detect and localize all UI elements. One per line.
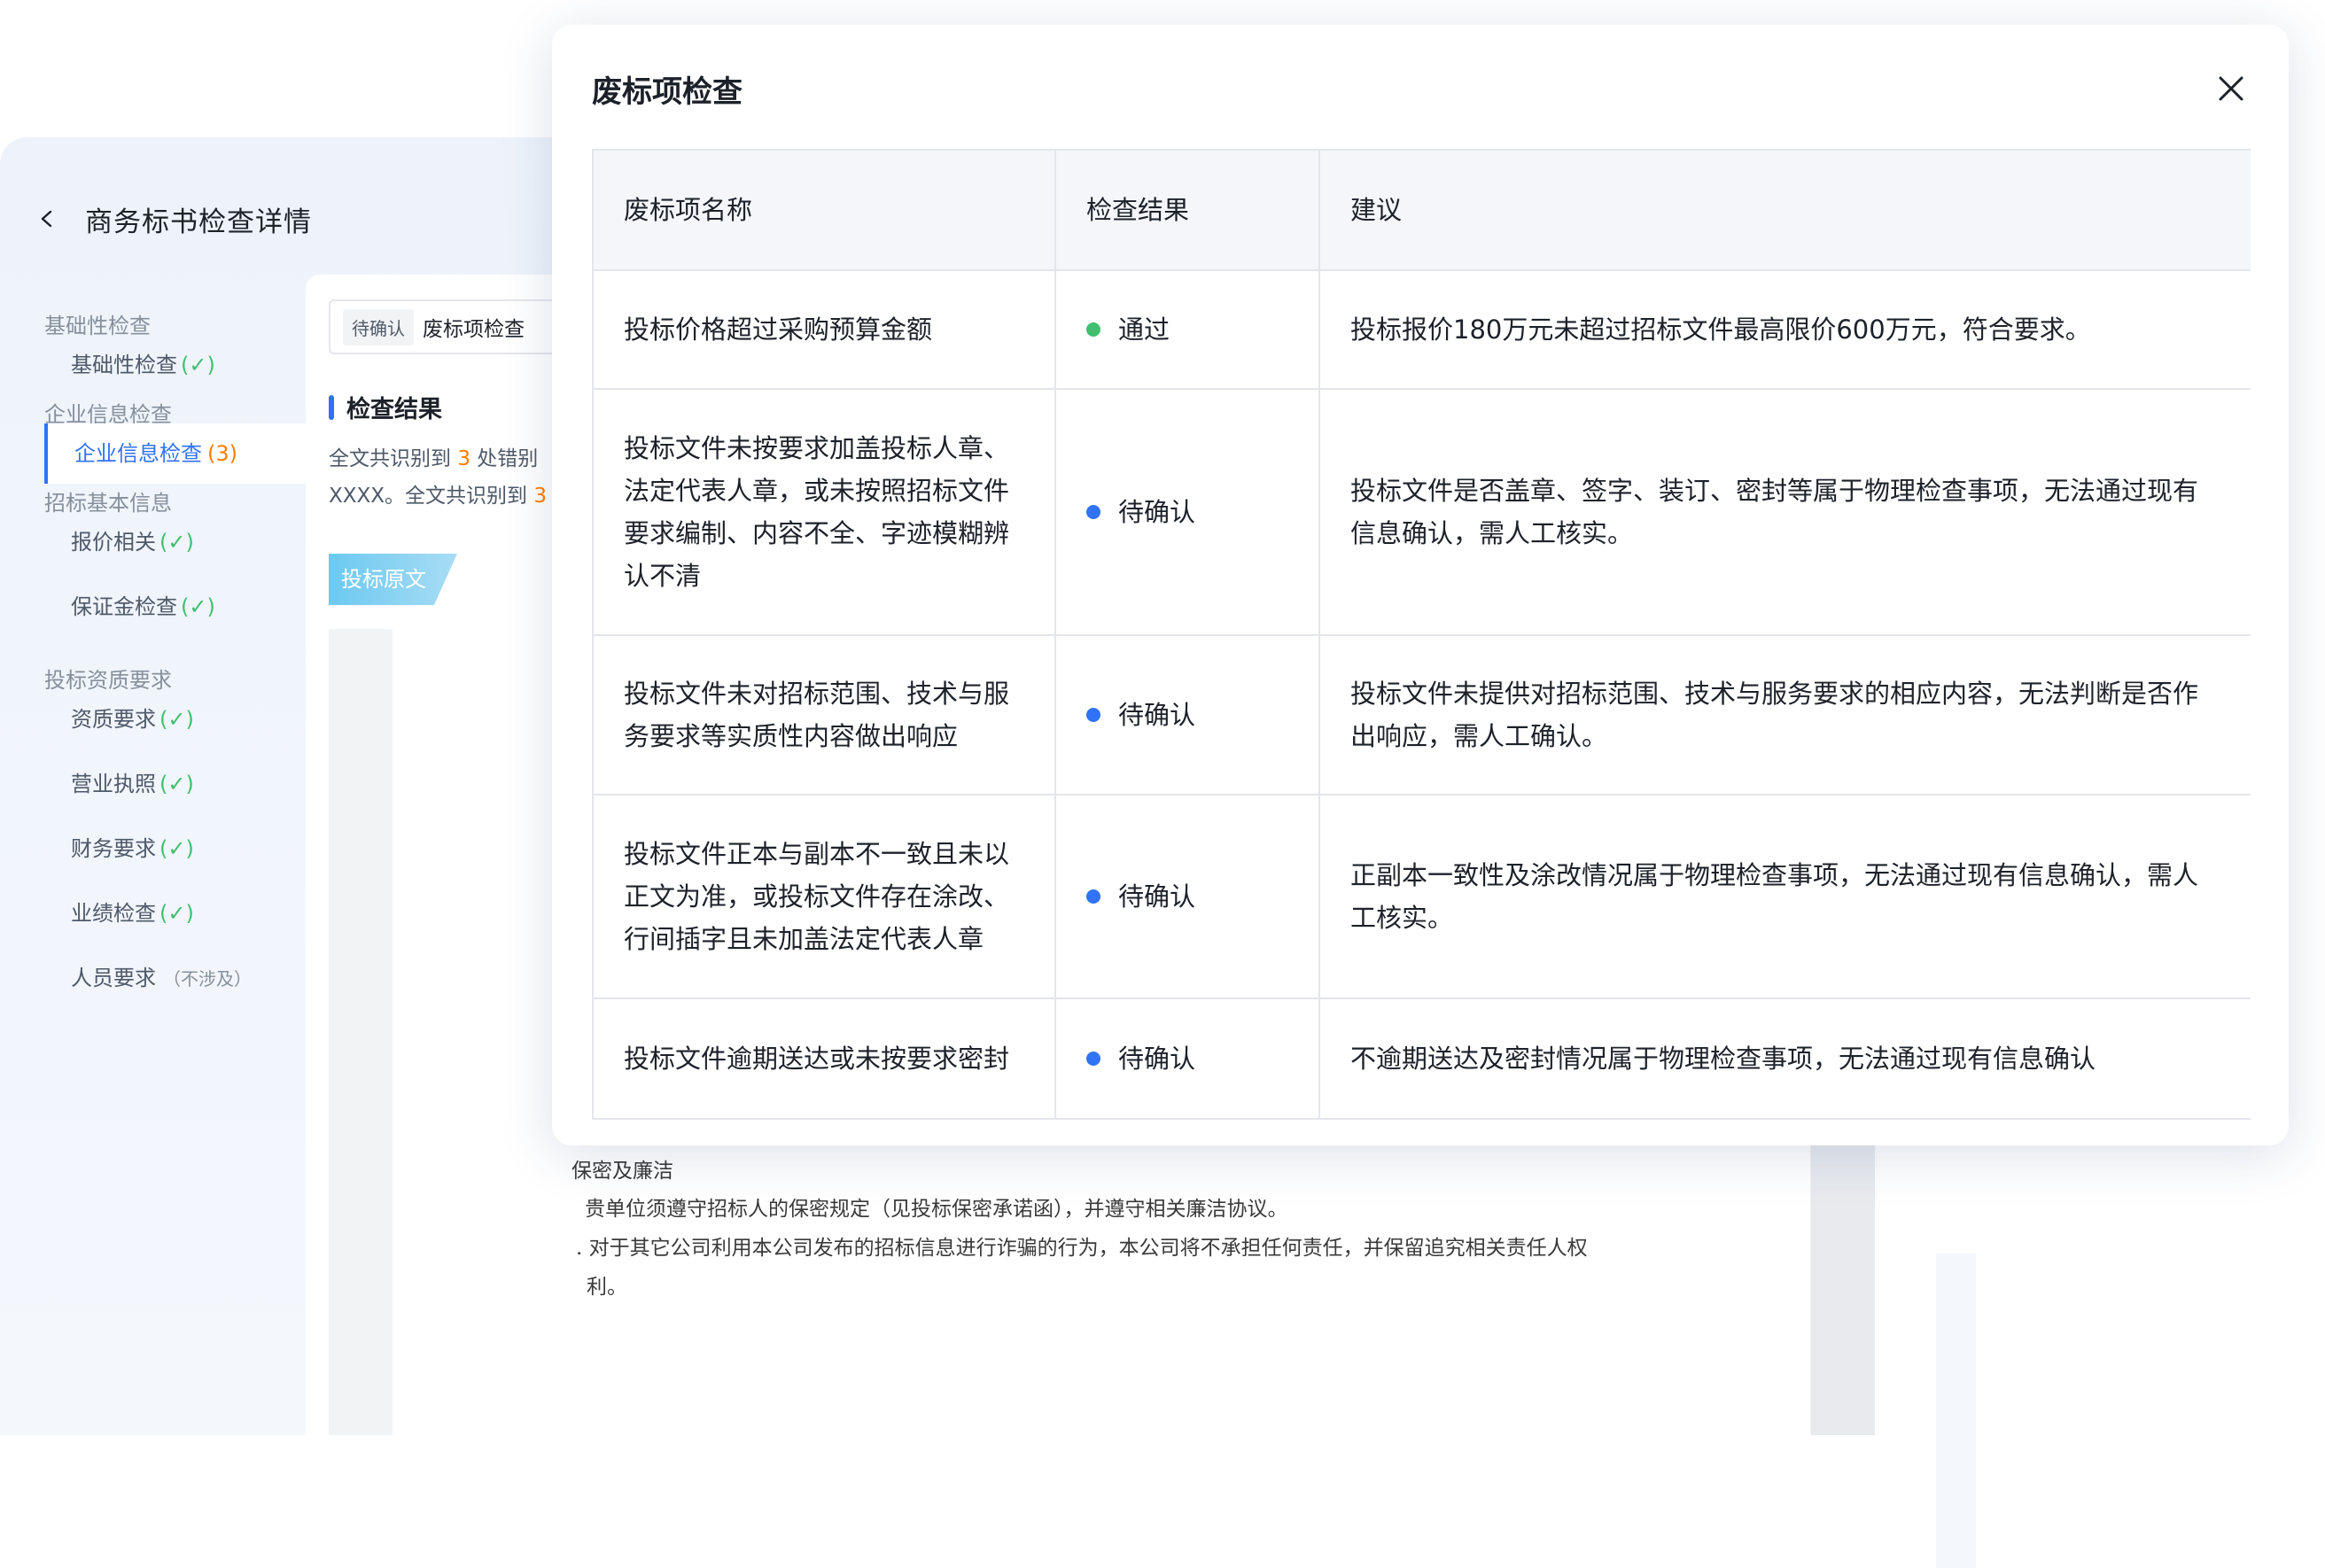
status-indicator: 待确认 bbox=[1086, 491, 1288, 533]
close-icon[interactable] bbox=[2213, 71, 2249, 106]
document-line: 利。 bbox=[587, 1276, 627, 1299]
status-indicator: 待确认 bbox=[1086, 694, 1288, 736]
sidebar-item-label: 基础性检查 bbox=[71, 353, 177, 377]
result-header: 检查结果 bbox=[329, 390, 442, 424]
status-mark: (✓) bbox=[181, 594, 215, 619]
check-table: 废标项名称 检查结果 建议 投标价格超过采购预算金额 通过 投标报价180万元未… bbox=[592, 149, 2251, 1120]
result-cell: 待确认 bbox=[1054, 997, 1320, 1120]
sidebar-item-label: 保证金检查 bbox=[71, 594, 177, 619]
status-text: 待确认 bbox=[1118, 497, 1196, 527]
side-panel-edge bbox=[1936, 1254, 1976, 1568]
column-header-advice: 建议 bbox=[1318, 149, 2251, 271]
sidebar-item-label: 报价相关 bbox=[71, 530, 156, 555]
sidebar-group-title: 投标资质要求 bbox=[44, 668, 172, 693]
result-title: 检查结果 bbox=[346, 396, 442, 423]
document-line: 贵单位须遵守招标人的保密规定（见投标保密承诺函），并遵守相关廉洁协议。 bbox=[585, 1198, 1288, 1221]
status-mark: (✓) bbox=[159, 530, 194, 555]
advice-cell: 投标文件是否盖章、签字、装订、密封等属于物理检查事项，无法通过现有信息确认，需人… bbox=[1318, 388, 2251, 636]
check-table-container[interactable]: 废标项名称 检查结果 建议 投标价格超过采购预算金额 通过 投标报价180万元未… bbox=[592, 149, 2251, 1132]
result-count: 3 bbox=[533, 485, 547, 508]
status-mark: (✓) bbox=[159, 772, 194, 796]
result-summary-line: XXXX。全文共识别到 3 bbox=[329, 478, 547, 508]
item-name-cell: 投标文件正本与副本不一致且未以正文为准，或投标文件存在涂改、行间插字且未加盖法定… bbox=[592, 794, 1056, 999]
status-mark: （不涉及） bbox=[163, 968, 252, 990]
issue-count-badge: (3) bbox=[207, 441, 237, 466]
page-header: 商务标书检查详情 bbox=[37, 192, 312, 245]
status-dot bbox=[1086, 889, 1100, 904]
result-cell: 待确认 bbox=[1054, 388, 1320, 636]
status-mark: (✓) bbox=[181, 353, 215, 377]
advice-cell: 投标报价180万元未超过招标文件最高限价600万元，符合要求。 bbox=[1318, 269, 2251, 390]
sidebar-item-basic-check[interactable]: 基础性检查 (✓) bbox=[71, 347, 215, 378]
back-arrow-icon[interactable] bbox=[37, 209, 57, 229]
status-indicator: 待确认 bbox=[1086, 1037, 1288, 1080]
tab-original-text[interactable]: 投标原文 bbox=[329, 554, 457, 605]
advice-cell: 正副本一致性及涂改情况属于物理检查事项，无法通过现有信息确认，需人工核实。 bbox=[1318, 794, 2251, 999]
status-mark: (✓) bbox=[159, 901, 194, 926]
column-header-result: 检查结果 bbox=[1054, 149, 1320, 271]
sidebar: 基础性检查 基础性检查 (✓) 企业信息检查 企业信息检查 (3) 招标基本信息 报… bbox=[0, 275, 310, 1435]
status-indicator: 待确认 bbox=[1086, 875, 1288, 918]
result-text: 全文共识别到 bbox=[329, 447, 451, 470]
advice-cell: 不逾期送达及密封情况属于物理检查事项，无法通过现有信息确认 bbox=[1318, 997, 2251, 1120]
filter-tag: 待确认 bbox=[343, 308, 414, 345]
status-text: 待确认 bbox=[1118, 881, 1196, 912]
table-row: 投标文件未对招标范围、技术与服务要求等实质性内容做出响应 待确认 投标文件未提供… bbox=[592, 634, 2251, 796]
status-mark: (✓) bbox=[159, 707, 194, 732]
sidebar-item-label: 营业执照 bbox=[71, 772, 156, 796]
result-cell: 待确认 bbox=[1054, 794, 1320, 999]
document-line: 保密及廉洁 bbox=[572, 1160, 673, 1183]
result-summary-line: 全文共识别到 3 处错别 bbox=[329, 441, 538, 471]
sidebar-item-label: 企业信息检查 bbox=[74, 441, 202, 466]
item-name-cell: 投标文件未按要求加盖投标人章、法定代表人章，或未按照招标文件要求编制、内容不全、… bbox=[592, 388, 1056, 636]
result-count: 3 bbox=[457, 447, 470, 470]
section-marker bbox=[329, 394, 334, 420]
modal-title: 废标项检查 bbox=[592, 74, 743, 110]
status-dot bbox=[1086, 505, 1100, 519]
table-row: 投标文件逾期送达或未按要求密封 待确认 不逾期送达及密封情况属于物理检查事项，无… bbox=[592, 997, 2251, 1120]
sidebar-group-title: 招标基本信息 bbox=[44, 491, 172, 516]
status-dot bbox=[1086, 1052, 1100, 1066]
sidebar-item-license[interactable]: 营业执照 (✓) bbox=[71, 766, 194, 797]
table-row: 投标价格超过采购预算金额 通过 投标报价180万元未超过招标文件最高限价600万… bbox=[592, 269, 2251, 390]
table-header-row: 废标项名称 检查结果 建议 bbox=[592, 149, 2251, 271]
status-mark: (✓) bbox=[159, 836, 194, 861]
sidebar-item-finance[interactable]: 财务要求 (✓) bbox=[71, 831, 194, 862]
sidebar-item-deposit[interactable]: 保证金检查 (✓) bbox=[71, 589, 215, 620]
sidebar-item-enterprise-check[interactable]: 企业信息检查 (3) bbox=[44, 423, 310, 484]
status-indicator: 通过 bbox=[1086, 308, 1288, 351]
sidebar-item-qualification[interactable]: 资质要求 (✓) bbox=[71, 702, 194, 733]
sidebar-item-performance[interactable]: 业绩检查 (✓) bbox=[71, 896, 194, 927]
status-dot bbox=[1086, 322, 1100, 337]
status-text: 通过 bbox=[1118, 314, 1170, 345]
sidebar-item-label: 人员要求 bbox=[71, 966, 156, 990]
table-row: 投标文件正本与副本不一致且未以正文为准，或投标文件存在涂改、行间插字且未加盖法定… bbox=[592, 794, 2251, 999]
result-text: XXXX。全文共识别到 bbox=[329, 485, 528, 508]
sidebar-item-personnel[interactable]: 人员要求 （不涉及） bbox=[71, 960, 252, 991]
item-name-cell: 投标文件未对招标范围、技术与服务要求等实质性内容做出响应 bbox=[592, 634, 1056, 796]
item-name-cell: 投标价格超过采购预算金额 bbox=[592, 269, 1056, 390]
sidebar-item-label: 业绩检查 bbox=[71, 901, 156, 926]
table-row: 投标文件未按要求加盖投标人章、法定代表人章，或未按照招标文件要求编制、内容不全、… bbox=[592, 388, 2251, 636]
status-dot bbox=[1086, 708, 1100, 722]
sidebar-item-label: 资质要求 bbox=[71, 707, 156, 732]
advice-cell: 投标文件未提供对招标范围、技术与服务要求的相应内容，无法判断是否作出响应，需人工… bbox=[1318, 634, 2251, 796]
invalid-bid-check-modal: 废标项检查 废标项名称 检查结果 建议 投标价格超过采购预算金额 通过 投标报价… bbox=[552, 25, 2289, 1145]
sidebar-item-label: 财务要求 bbox=[71, 836, 156, 861]
page-title: 商务标书检查详情 bbox=[85, 206, 312, 238]
result-cell: 待确认 bbox=[1054, 634, 1320, 796]
document-scrollbar[interactable] bbox=[1811, 1125, 1875, 1435]
sidebar-group-title: 基础性检查 bbox=[44, 314, 151, 338]
status-text: 待确认 bbox=[1118, 700, 1196, 730]
item-name-cell: 投标文件逾期送达或未按要求密封 bbox=[592, 997, 1056, 1120]
sidebar-item-price[interactable]: 报价相关 (✓) bbox=[71, 524, 194, 555]
status-text: 待确认 bbox=[1118, 1044, 1196, 1074]
column-header-name: 废标项名称 bbox=[592, 149, 1056, 271]
result-cell: 通过 bbox=[1054, 269, 1320, 390]
document-line: . 对于其它公司利用本公司发布的招标信息进行诈骗的行为，本公司将不承担任何责任，… bbox=[576, 1237, 1588, 1260]
result-text: 处错别 bbox=[477, 447, 539, 470]
filter-value: 废标项检查 bbox=[423, 318, 525, 341]
